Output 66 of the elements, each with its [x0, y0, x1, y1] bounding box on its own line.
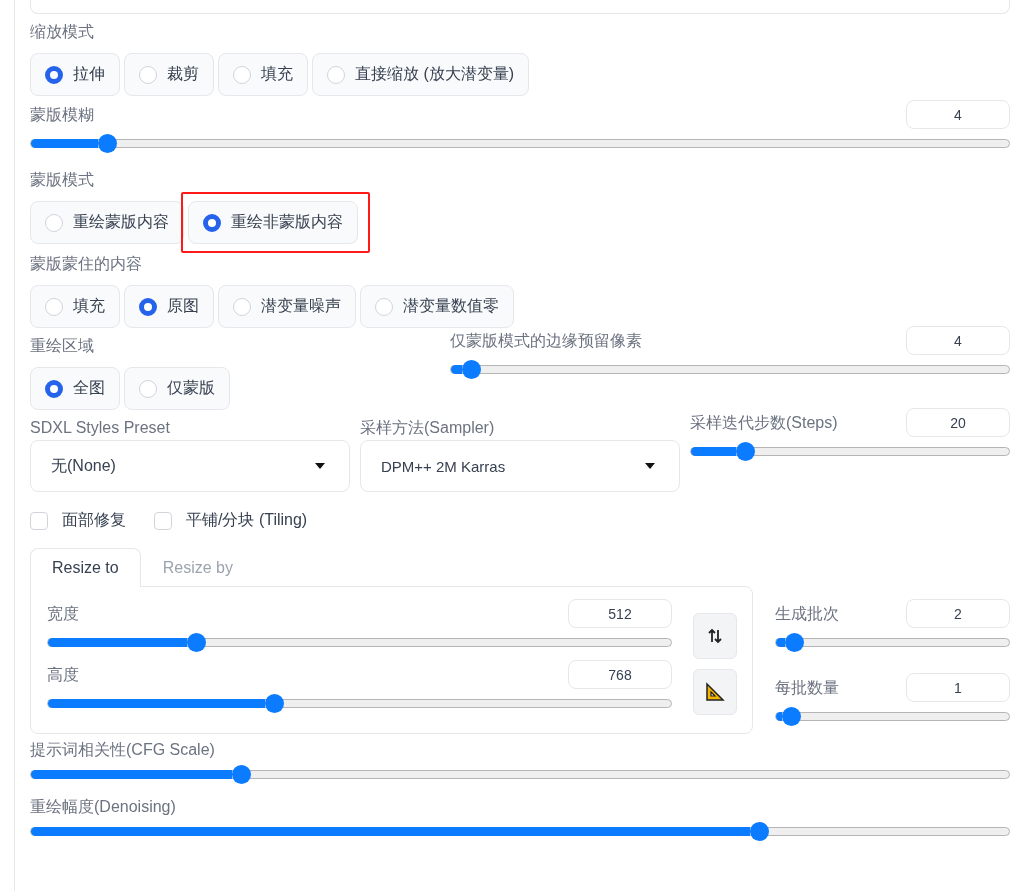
slider-fill — [776, 712, 783, 721]
section-label: 缩放模式 — [30, 23, 94, 40]
field-label: 宽度 — [47, 603, 79, 624]
triangle-ruler-icon — [705, 682, 725, 702]
radio-button[interactable] — [139, 297, 157, 316]
number-field[interactable]: 512 — [568, 599, 672, 628]
number-field[interactable]: 768 — [568, 660, 672, 689]
slider-fill — [776, 638, 785, 647]
field-label: 仅蒙版模式的边缘预留像素 — [450, 330, 642, 351]
field-label: 每批数量 — [775, 677, 839, 698]
section-label: 蒙版蒙住的内容 — [30, 255, 142, 272]
checkbox[interactable] — [30, 511, 48, 530]
slider-thumb[interactable] — [735, 442, 755, 461]
radio-button[interactable] — [45, 379, 63, 398]
field-label: 蒙版模糊 — [30, 104, 94, 125]
field-label: 生成批次 — [775, 603, 839, 624]
swap-arrows-icon — [707, 628, 723, 644]
radio-option[interactable]: 拉伸 — [30, 53, 120, 96]
ruler-button[interactable] — [693, 669, 737, 715]
slider-fill — [451, 365, 462, 374]
swap-button[interactable] — [693, 613, 737, 659]
slider-thumb[interactable] — [98, 134, 118, 153]
field-label: 采样迭代步数(Steps) — [690, 412, 838, 433]
radio-option[interactable]: 重绘非蒙版内容 — [188, 201, 358, 244]
field-label: 重绘幅度(Denoising) — [30, 798, 176, 815]
radio-button[interactable] — [203, 213, 221, 232]
section-label: 重绘区域 — [30, 337, 94, 354]
radio-option[interactable]: 重绘蒙版内容 — [30, 201, 184, 244]
slider-thumb[interactable] — [784, 633, 804, 652]
field-label: 提示词相关性(CFG Scale) — [30, 741, 215, 758]
select-dropdown[interactable]: 无(None) — [30, 440, 350, 492]
radio-option[interactable]: 原图 — [124, 285, 214, 328]
text-field[interactable] — [30, 0, 1010, 14]
radio-option[interactable]: 直接缩放 (放大潜变量) — [312, 53, 530, 96]
number-field[interactable]: 4 — [906, 326, 1010, 355]
field-label: SDXL Styles Preset — [30, 418, 171, 438]
number-field[interactable]: 4 — [906, 100, 1010, 129]
select-dropdown[interactable]: DPM++ 2M Karras — [360, 440, 680, 492]
slider-thumb[interactable] — [461, 360, 481, 379]
radio-option[interactable]: 潜变量噪声 — [218, 285, 356, 328]
radio-option[interactable]: 仅蒙版 — [124, 367, 230, 410]
slider-thumb[interactable] — [782, 707, 802, 726]
slider-fill — [31, 139, 99, 148]
field-label: 高度 — [47, 664, 79, 685]
radio-option[interactable]: 全图 — [30, 367, 120, 410]
caret-icon — [315, 463, 325, 469]
number-field[interactable]: 20 — [906, 408, 1010, 437]
radio-option[interactable]: 裁剪 — [124, 53, 214, 96]
field-label: 采样方法(Sampler) — [360, 418, 496, 438]
checkbox-label[interactable]: 平铺/分块 (Tiling) — [186, 510, 308, 531]
slider-thumb[interactable] — [750, 822, 770, 841]
slider-thumb[interactable] — [186, 633, 206, 652]
checkbox-label[interactable]: 面部修复 — [62, 510, 126, 531]
slider-thumb[interactable] — [265, 694, 285, 713]
radio-option[interactable]: 填充 — [218, 53, 308, 96]
number-field[interactable]: 2 — [906, 599, 1010, 628]
caret-icon — [645, 463, 655, 469]
radio-button[interactable] — [45, 65, 63, 84]
section-label: 蒙版模式 — [30, 171, 94, 188]
slider-fill — [691, 447, 736, 456]
checkbox[interactable] — [154, 511, 172, 530]
tab[interactable]: Resize to — [30, 548, 141, 587]
radio-option[interactable]: 填充 — [30, 285, 120, 328]
radio-option[interactable]: 潜变量数值零 — [360, 285, 514, 328]
slider-thumb[interactable] — [232, 765, 252, 784]
number-field[interactable]: 1 — [906, 673, 1010, 702]
